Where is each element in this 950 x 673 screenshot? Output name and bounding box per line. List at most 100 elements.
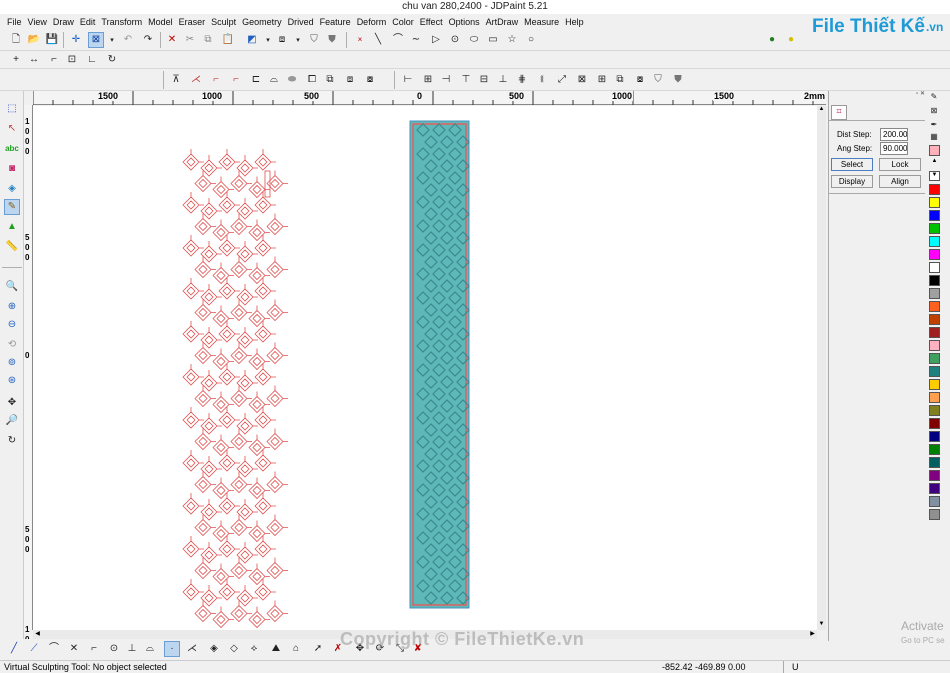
spline-icon[interactable]: ∼ [408,32,424,48]
scale-icon[interactable]: ⤢ [554,72,570,88]
sculpt-up-icon[interactable]: ⛰ [268,641,284,657]
color-swatch[interactable] [929,470,940,481]
line-icon[interactable]: ╲ [370,32,386,48]
chevron-down-icon[interactable]: ▾ [290,32,306,48]
color-swatch[interactable] [929,262,940,273]
scroll-down-icon[interactable]: ▼ [817,621,826,630]
tangent-icon[interactable]: ⌓ [142,641,158,657]
color-swatch[interactable] [929,366,940,377]
align-right-icon[interactable]: ⊣ [438,72,454,88]
cross-icon[interactable]: ✕ [66,641,82,657]
menu-measure[interactable]: Measure [521,17,562,27]
star-icon[interactable]: ☆ [504,32,520,48]
zoom-selected-icon[interactable]: ⊛ [4,373,20,389]
scroll-left-icon[interactable]: ◀ [33,630,42,639]
corner-icon[interactable]: ⌐ [46,52,62,68]
select-box-icon[interactable]: ⊠ [88,32,104,48]
open-file-icon[interactable]: 📂 [26,32,42,48]
ellipse-icon[interactable]: ⬭ [466,32,482,48]
color-swatch[interactable] [929,496,940,507]
zoom-in-icon[interactable]: ⊕ [4,299,20,315]
hook-icon[interactable]: ⌐ [86,641,102,657]
layer-icon[interactable]: ⧉ [612,72,628,88]
align-top-icon[interactable]: ⊤ [458,72,474,88]
chamfer-icon[interactable]: ⌐ [228,72,244,88]
view-3d-icon[interactable]: ⧈ [274,32,290,48]
panel-controls[interactable]: ▫ ✕ [829,91,925,97]
color-swatch[interactable] [929,509,940,520]
snap-line-icon[interactable]: ⋌ [184,641,200,657]
align-middle-icon[interactable]: ⊟ [476,72,492,88]
target-icon[interactable]: ⊙ [106,641,122,657]
polyline-icon[interactable]: ▷ [428,32,444,48]
trim-icon[interactable]: ⊼ [168,72,184,88]
menu-transform[interactable]: Transform [98,17,145,27]
fill-color-icon[interactable]: ◩ [244,32,260,48]
pen-icon[interactable]: ✎ [928,91,940,103]
menu-edit[interactable]: Edit [77,17,99,27]
light-bulb-yellow-icon[interactable]: ● [783,32,799,48]
zoom-out-icon[interactable]: ⊖ [4,317,20,333]
extend-icon[interactable]: ⋌ [188,72,204,88]
align-left-icon[interactable]: ⊢ [400,72,416,88]
fret-pattern-outline[interactable] [182,149,288,629]
relief-icon[interactable]: ▲ [4,219,20,235]
color-swatch[interactable] [929,418,940,429]
menu-artdraw[interactable]: ArtDraw [483,17,522,27]
new-file-icon[interactable]: 🗋 [8,32,24,48]
curve-icon[interactable]: ⌒ [46,641,62,657]
measure-tool-icon[interactable]: 📏 [4,239,20,255]
combine-icon[interactable]: ⧇ [632,72,648,88]
color-swatch[interactable] [929,236,940,247]
redo-icon[interactable]: ↷ [140,32,156,48]
undo-icon[interactable]: ↶ [120,32,136,48]
point-icon[interactable]: × [352,32,368,48]
select-region-icon[interactable]: ⬚ [4,101,20,117]
light-bulb-green-icon[interactable]: ● [764,32,780,48]
mirror-icon[interactable]: ⧈ [342,72,358,88]
vertical-scrollbar[interactable]: ▲ ▼ [817,106,826,630]
dist-step-input[interactable]: 200.000 [880,128,908,141]
menu-eraser[interactable]: Eraser [176,17,209,27]
color-swatch[interactable] [929,301,940,312]
chevron-down-icon[interactable]: ▼ [929,171,940,181]
color-swatch[interactable] [929,275,940,286]
menu-deform[interactable]: Deform [354,17,390,27]
lock-button[interactable]: Lock [879,158,921,171]
no-color-icon[interactable]: ⊠ [928,105,940,117]
color-swatch[interactable] [929,353,940,364]
delete-icon[interactable]: ✕ [164,32,180,48]
sketch-icon[interactable]: ⟋ [26,641,42,657]
diamond-alt-icon[interactable]: ◇ [226,641,242,657]
scroll-right-icon[interactable]: ▶ [808,630,817,639]
diamond-grid-icon[interactable]: ⟡ [246,641,262,657]
arc-icon[interactable]: ⌒ [390,32,406,48]
color-swatch[interactable] [929,483,940,494]
align-bottom-icon[interactable]: ⊥ [495,72,511,88]
display-button[interactable]: Display [831,175,873,188]
color-swatch[interactable] [929,457,940,468]
menu-file[interactable]: File [4,17,25,27]
color-swatch[interactable] [929,340,940,351]
group-icon[interactable]: ⧇ [362,72,378,88]
break-icon[interactable]: ⊏ [248,72,264,88]
grid-icon[interactable]: ⊞ [594,72,610,88]
align-center-icon[interactable]: ⊞ [420,72,436,88]
sculpt-down-icon[interactable]: ⌂ [288,641,304,657]
distribute-icon[interactable]: ⋕ [514,72,530,88]
menu-sculpt[interactable]: Sculpt [208,17,239,27]
zoom-all-icon[interactable]: ⊚ [4,355,20,371]
color-swatch[interactable] [929,184,940,195]
color-swatch[interactable] [929,210,940,221]
zoom-previous-icon[interactable]: ⟲ [4,337,20,353]
box-icon[interactable]: ⊡ [64,52,80,68]
cut-icon[interactable]: ✂ [182,32,198,48]
perpendicular-icon[interactable]: ⊥ [124,641,140,657]
rectangle-icon[interactable]: ▭ [485,32,501,48]
pattern-icon[interactable]: ▦ [928,131,940,143]
menu-view[interactable]: View [25,17,50,27]
join-icon[interactable]: ⌓ [266,72,282,88]
ang-step-input[interactable]: 90.000 [880,142,908,155]
color-swatch[interactable] [929,288,940,299]
menu-drived[interactable]: Drived [285,17,317,27]
